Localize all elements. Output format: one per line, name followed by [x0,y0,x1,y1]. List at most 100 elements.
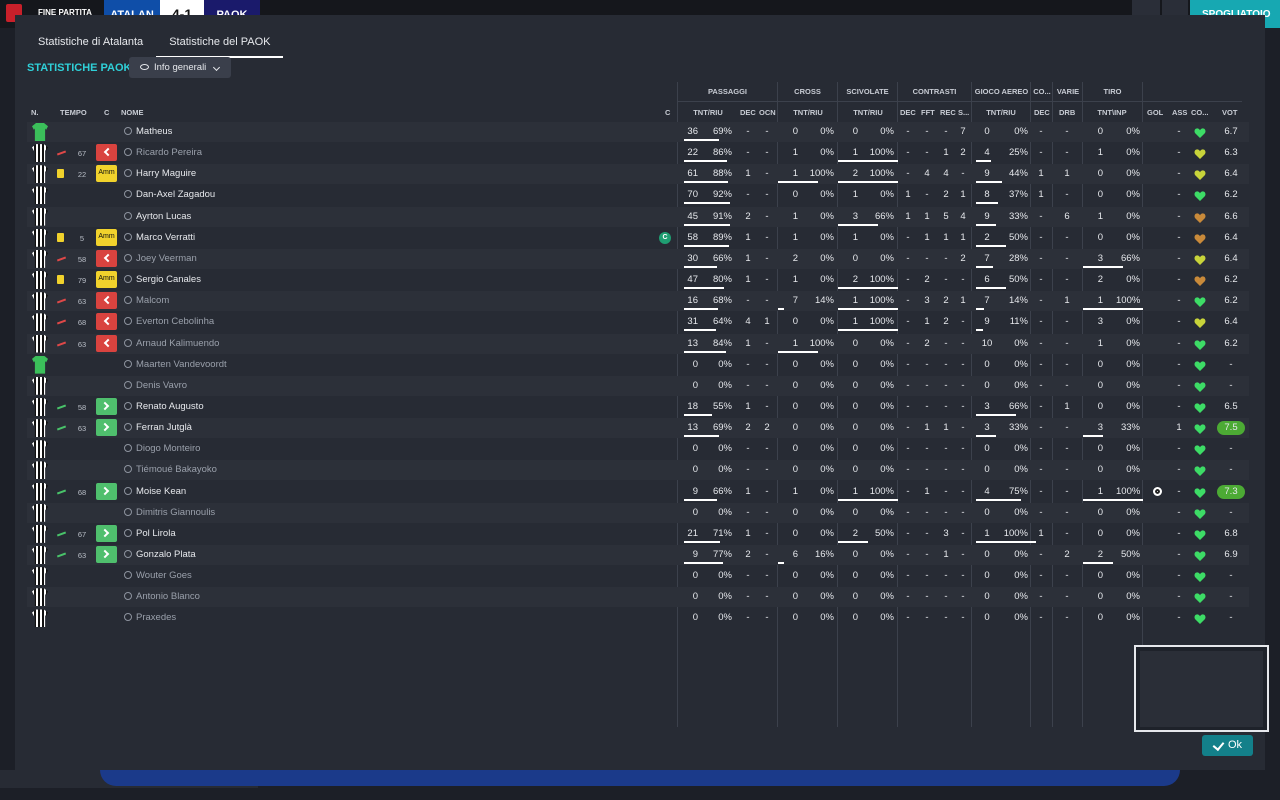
player-name[interactable]: Antonio Blanco [136,591,200,602]
header-duel-s[interactable]: S... [958,108,969,117]
sub-on-badge[interactable] [96,482,117,500]
view-dropdown[interactable]: Info generali [129,57,231,78]
header-duel-fft[interactable]: FFT [921,108,935,117]
player-name[interactable]: Malcom [136,295,169,306]
header-rating[interactable]: VOT [1222,108,1237,117]
player-name[interactable]: Gonzalo Plata [136,549,196,560]
sub-off-badge[interactable] [96,313,117,331]
header-drb[interactable]: DRB [1059,108,1075,117]
player-name[interactable]: Everton Cebolinha [136,316,214,327]
booking-badge[interactable]: Amm [96,271,117,289]
player-name[interactable]: Wouter Goes [136,570,192,581]
player-name[interactable]: Marco Verratti [136,232,195,243]
header-tackle-tnt-riu[interactable]: TNT/RIU [844,108,892,117]
ok-button[interactable]: Ok [1202,735,1253,756]
player-row[interactable]: Maarten Vandevoordt 0 0% - -0 0% 0 0% - - - -0 0% - -0… [27,355,1249,375]
duel-fft: - [925,400,929,412]
player-name[interactable]: Renato Augusto [136,401,204,412]
header-aerial-tnt-riu[interactable]: TNT/RIU [977,108,1025,117]
sub-off-badge[interactable] [96,292,117,310]
player-name[interactable]: Joey Veerman [136,253,197,264]
header-captain[interactable]: C [665,108,670,117]
player-row[interactable]: Dan-Axel Zagadou 70 92% - -0 0% 1 0% 1-2 1 8 37% 1-0… [27,185,1249,205]
sub-on-badge[interactable] [96,546,117,563]
player-row[interactable]: Dimitris Giannoulis 0 0% - -0 0% 0 0% - - - -0 0% - -0… [27,502,1249,523]
sub-on-badge[interactable] [96,419,117,437]
player-name[interactable]: Denis Vavro [136,380,187,391]
pass-chances: - [765,168,769,180]
header-shot-tnt-inp[interactable]: TNT\INP [1088,108,1136,117]
header-card[interactable]: C [104,108,109,117]
player-row[interactable]: Matheus 36 69% - -0 0% 0 0% - - -7 0 0% - -0 0% -6.7 [27,122,1249,142]
sub-off-badge[interactable] [96,144,117,162]
player-name[interactable]: Maarten Vandevoordt [136,359,227,370]
header-time[interactable]: TEMPO [60,108,87,117]
header-duel-dec[interactable]: DEC [900,108,916,117]
player-name[interactable]: Harry Maguire [136,168,196,179]
player-row[interactable]: 58 Joey Veerman 30 66% 1-2 0% 0 0% - - -2 7 28% - -3 66… [27,248,1249,269]
player-row[interactable]: 67 Ricardo Pereira 22 86% - -1 0% 1 100% - -1 2 4 25%… [27,143,1249,163]
header-pass-tnt-riu[interactable]: TNT/RIU [684,108,732,117]
player-row[interactable]: 79 Amm Sergio Canales 47 80% 1-1 0% 2 100% -2- -6 5… [27,270,1249,290]
player-row[interactable]: Wouter Goes 0 0% - -0 0% 0 0% - - - -0 0% - -0 0% - - [27,566,1249,586]
player-row[interactable]: Antonio Blanco 0 0% - -0 0% 0 0% - - - -0 0% - -0 0% - - [27,587,1249,608]
player-row[interactable]: 63 Gonzalo Plata 9 77% 2-6 16% 0 0% - -1-0 0% -2 2 50… [27,545,1249,565]
player-name[interactable]: Moise Kean [136,486,186,497]
header-pass-dec[interactable]: DEC [740,108,756,117]
player-row[interactable]: 58 Renato Augusto 18 55% 1-0 0% 0 0% - - - -3 66% -1 0… [27,397,1249,417]
player-row[interactable]: Praxedes 0 0% - -0 0% 0 0% - - - -0 0% - -0 0% - - [27,608,1249,628]
player-row[interactable]: 63 Malcom 16 68% - -7 14% 1 100% -3 2 1 7 14% -1 1 100% -… [27,291,1249,312]
player-row[interactable]: 22 Amm Harry Maguire 61 88% 1-1 100% 2 100% -4 4-9… [27,164,1249,185]
player-name[interactable]: Diogo Monteiro [136,443,200,454]
header-duel-rec[interactable]: REC [940,108,956,117]
header-name[interactable]: NOME [121,108,144,117]
sub-off-badge[interactable] [96,334,117,352]
player-name[interactable]: Matheus [136,126,172,137]
aerial-bar [976,202,998,205]
header-number[interactable]: N. [31,108,39,117]
pass-completion: 0% [718,506,732,518]
player-row[interactable]: Denis Vavro 0 0% - -0 0% 0 0% - - - -0 0% - -0 0% - - [27,375,1249,396]
player-name[interactable]: Arnaud Kalimuendo [136,338,219,349]
sub-on-badge[interactable] [96,397,117,415]
header-goals[interactable]: GOL [1147,108,1163,117]
player-name[interactable]: Ayrton Lucas [136,211,191,222]
player-name[interactable]: Sergio Canales [136,274,201,285]
tab-atalanta-stats[interactable]: Statistiche di Atalanta [25,30,156,58]
header-cross-tnt-riu[interactable]: TNT/RIU [784,108,832,117]
player-row[interactable]: Ayrton Lucas 45 91% 2-1 0% 3 66% 1 1 5 4 9 33% -6 1 0% -… [27,206,1249,227]
player-name[interactable]: Tiémoué Bakayoko [136,464,217,475]
booking-badge[interactable]: Amm [96,228,117,246]
assists: - [1177,506,1181,518]
player-row[interactable]: 67 Pol Lirola 21 71% 1-0 0% 2 50% - -3-1 100% 1-0 0%… [27,524,1249,544]
player-row[interactable]: Tiémoué Bakayoko 0 0% - -0 0% 0 0% - - - -0 0% - -0 0% -… [27,460,1249,481]
player-name[interactable]: Dan-Axel Zagadou [136,189,215,200]
header-pass-ocn[interactable]: OCN [759,108,776,117]
booking-badge[interactable]: Amm [96,165,117,183]
yellow-card-icon [57,232,64,242]
pass-completion: 0% [718,570,732,582]
player-name[interactable]: Ferran Jutglà [136,422,192,433]
screen-minimap[interactable] [1134,645,1269,732]
tackle-completion: 0% [880,126,894,137]
player-name[interactable]: Dimitris Giannoulis [136,507,215,518]
player-name[interactable]: Pol Lirola [136,528,176,539]
tab-paok-stats[interactable]: Statistiche del PAOK [156,30,284,58]
dribbles: 1 [1064,168,1070,180]
sub-on-badge[interactable] [96,524,117,542]
player-row[interactable]: 68 Moise Kean 9 66% 1-1 0% 1 100% -1- -4 75% - -1 100… [27,482,1249,502]
heart-icon [1194,612,1206,625]
player-row[interactable]: 63 Arnaud Kalimuendo 13 84% 1-1 100% 0 0% -2- -10… [27,333,1249,354]
sub-off-badge[interactable] [96,249,117,267]
aerial-completion: 50% [1008,231,1028,243]
cross-completion: 14% [814,295,834,307]
header-co-dec[interactable]: DEC [1034,108,1050,117]
player-name[interactable]: Praxedes [136,612,176,623]
player-row[interactable]: 63 Ferran Jutglà 13 69% 2 2 0 0% 0 0% -1 1-3 33% - -3 3… [27,418,1249,439]
player-row[interactable]: 5 Amm Marco Verratti C 58 89% 1-1 0% 1 0% -1 1 1 2 50%… [27,228,1249,248]
player-row[interactable]: Diogo Monteiro 0 0% - -0 0% 0 0% - - - -0 0% - -0 0% - - [27,439,1249,459]
header-condition[interactable]: CO... [1191,108,1209,117]
player-row[interactable]: 68 Everton Cebolinha 31 64% 4 1 0 0% 1 100% -1 2-9 1… [27,312,1249,332]
player-name[interactable]: Ricardo Pereira [136,147,202,158]
header-assists[interactable]: ASS [1172,108,1187,117]
